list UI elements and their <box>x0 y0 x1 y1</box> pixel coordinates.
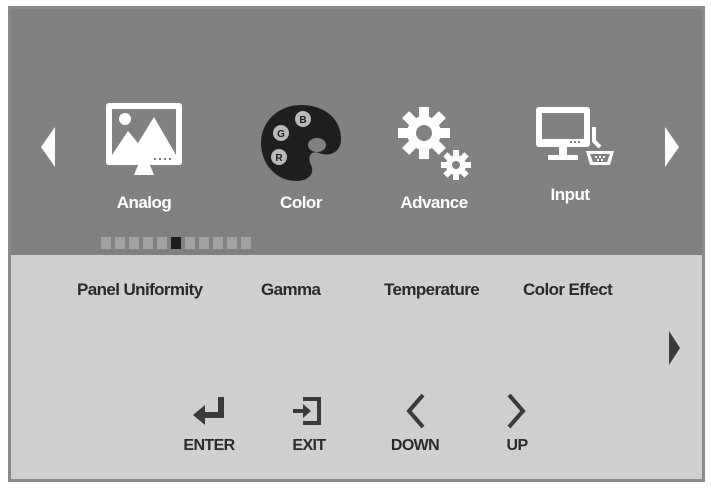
submenu-item-gamma[interactable]: Gamma <box>261 280 321 300</box>
chevron-right-icon <box>507 393 526 429</box>
menu-item-input[interactable]: Input <box>515 101 625 221</box>
page-dot-active <box>171 237 181 249</box>
menu-item-color[interactable]: G B R Color <box>246 101 356 221</box>
menu-label-advance: Advance <box>400 193 468 212</box>
submenu-item-panel-uniformity[interactable]: Panel Uniformity <box>77 280 203 300</box>
page-dot <box>213 237 223 249</box>
nav-right-arrow-icon[interactable] <box>663 127 681 167</box>
page-dot <box>101 237 111 249</box>
menu-item-analog[interactable]: Analog <box>89 101 199 221</box>
menu-label-input: Input <box>550 185 590 204</box>
page-dot <box>143 237 153 249</box>
exit-door-icon <box>293 397 321 425</box>
osd-menu: Analog G B R Color Advance Input Panel U… <box>8 6 705 482</box>
svg-text:G: G <box>277 129 285 140</box>
submenu-right-arrow-icon[interactable] <box>667 331 681 365</box>
page-dot <box>157 237 167 249</box>
page-dot <box>115 237 125 249</box>
menu-label-color: Color <box>280 193 322 212</box>
up-key[interactable]: UP <box>477 393 557 463</box>
menu-label-analog: Analog <box>116 193 172 212</box>
exit-label: EXIT <box>292 437 326 454</box>
exit-key[interactable]: EXIT <box>269 393 349 463</box>
page-dot <box>199 237 209 249</box>
enter-key[interactable]: ENTER <box>169 393 249 463</box>
down-key[interactable]: DOWN <box>375 393 455 463</box>
nav-left-arrow-icon[interactable] <box>39 127 57 167</box>
main-menu-panel: Analog G B R Color Advance Input <box>11 9 702 255</box>
page-dot <box>185 237 195 249</box>
palette-icon: G B R <box>261 105 341 181</box>
up-label: UP <box>506 437 528 454</box>
page-dot <box>129 237 139 249</box>
page-dot <box>227 237 237 249</box>
chevron-left-icon <box>406 393 425 429</box>
submenu-item-temperature[interactable]: Temperature <box>384 280 480 300</box>
page-indicator <box>101 237 251 249</box>
down-label: DOWN <box>390 437 440 454</box>
gears-icon <box>398 107 471 180</box>
computer-input-icon <box>536 107 614 165</box>
submenu-item-color-effect[interactable]: Color Effect <box>523 280 613 300</box>
enter-arrow-icon <box>193 397 224 425</box>
page-dot <box>241 237 251 249</box>
picture-monitor-icon <box>106 103 182 175</box>
enter-label: ENTER <box>183 437 235 454</box>
menu-item-advance[interactable]: Advance <box>379 101 489 221</box>
svg-text:B: B <box>299 115 306 126</box>
svg-text:R: R <box>275 153 283 164</box>
